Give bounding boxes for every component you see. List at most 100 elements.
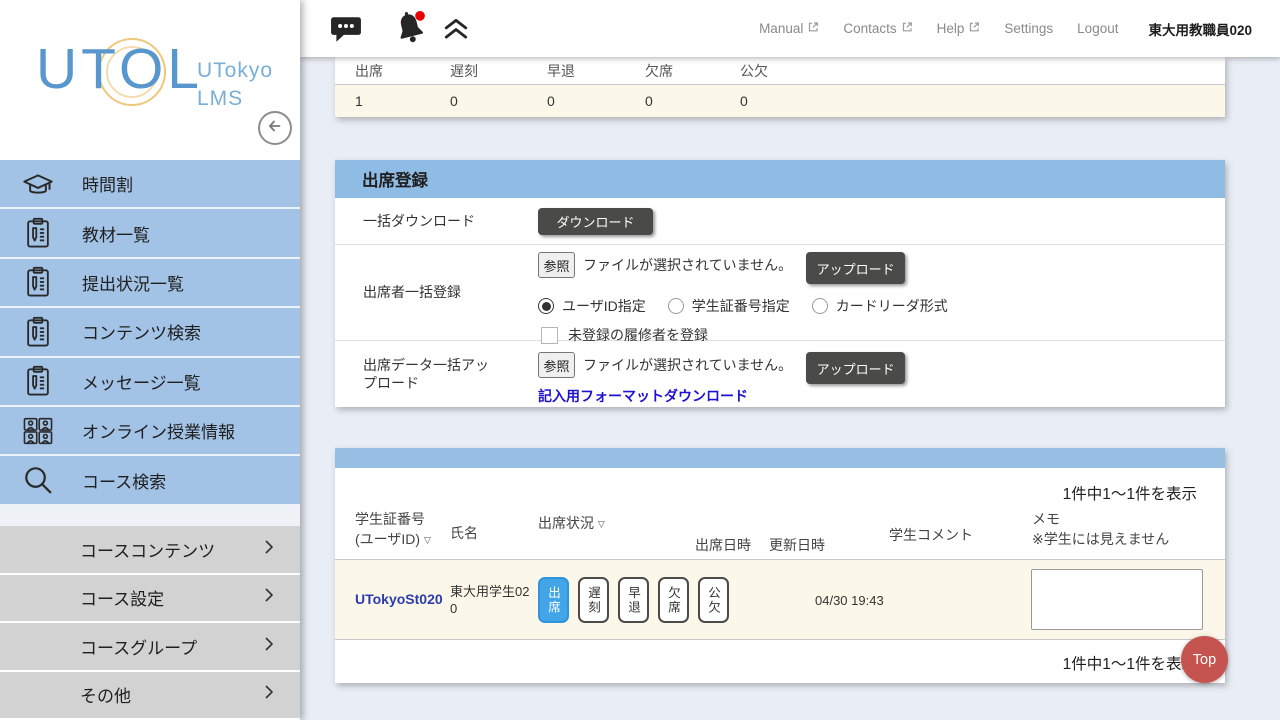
download-button[interactable]: ダウンロード [538,208,653,235]
messages-button[interactable] [330,15,362,48]
student-name: 東大用学生020 [450,584,534,618]
sidebar-item-label: コースコンテンツ [80,537,215,562]
file-status-text: ファイルが選択されていません。 [583,352,792,378]
bulk-register-file-line: 参照 ファイルが選択されていません。 アップロード [538,252,1225,284]
status-button-present[interactable]: 出席 [538,577,569,623]
chevron-right-icon [264,684,274,705]
sidebar-item-content-search[interactable]: コンテンツ検索 [0,308,300,357]
bell-icon [392,34,428,51]
column-header-status[interactable]: 出席状況 ▽ [538,514,605,534]
showing-count-text: 1件中1〜1件を表示 [1063,482,1197,504]
upload-button[interactable]: アップロード [806,252,905,284]
summary-header-excused: 公欠 [740,61,1225,81]
student-attendance-table: 1件中1〜1件を表示 学生証番号 (ユーザID) ▽ 氏名 出席状況 ▽ 出席日… [335,448,1225,683]
sidebar-item-course-search[interactable]: コース検索 [0,456,300,505]
settings-link[interactable]: Settings [1004,21,1053,36]
radio-button-icon[interactable] [668,298,684,314]
sidebar-divider [0,506,300,526]
column-header-name: 氏名 [450,524,478,544]
sidebar-item-timetable[interactable]: 時間割 [0,160,300,209]
help-link[interactable]: Help [937,21,981,36]
student-row: UTokyoSt020 東大用学生020 出席 遅刻 早退 欠席 公欠 04/3… [335,560,1225,640]
table-top-bar [335,448,1225,468]
logout-link-label: Logout [1077,21,1118,36]
sidebar-item-others[interactable]: その他 [0,672,300,720]
logo-subtitle-line1: UTokyo [197,57,273,85]
radio-button-icon[interactable] [812,298,828,314]
clipboard-icon [20,363,56,399]
column-header-text: (ユーザID) [355,531,420,547]
sidebar-item-label: コース設定 [80,585,164,610]
summary-header-absent: 欠席 [645,61,740,81]
column-header-student-id[interactable]: 学生証番号 (ユーザID) ▽ [355,510,431,549]
radio-option-user-id[interactable]: ユーザID指定 [538,296,646,316]
radio-option-student-number[interactable]: 学生証番号指定 [668,296,790,316]
scroll-to-top-button[interactable]: Top [1181,636,1228,683]
section-title: 出席登録 [335,160,1225,198]
data-upload-content: 参照 ファイルが選択されていません。 アップロード 記入用フォーマットダウンロー… [538,341,1225,407]
sidebar-item-course-settings[interactable]: コース設定 [0,575,300,624]
register-mode-radio-group: ユーザID指定 学生証番号指定 カードリーダ形式 [538,296,1225,316]
table-header: 1件中1〜1件を表示 学生証番号 (ユーザID) ▽ 氏名 出席状況 ▽ 出席日… [335,468,1225,560]
sidebar-item-course-contents[interactable]: コースコンテンツ [0,526,300,575]
attendance-status-buttons: 出席 遅刻 早退 欠席 公欠 [538,577,729,623]
sort-icon[interactable]: ▽ [598,519,605,529]
column-header-update-time: 更新日時 [769,536,825,556]
table-footer: 1件中1〜1件を表示 [335,640,1225,683]
app-root: UTOL UTokyo LMS [0,0,1280,720]
sidebar-item-label: オンライン授業情報 [82,418,235,443]
status-button-late[interactable]: 遅刻 [578,577,609,623]
contacts-link[interactable]: Contacts [843,21,912,36]
upload-button[interactable]: アップロード [806,352,905,384]
external-link-icon [901,21,913,36]
notification-dot [415,11,425,21]
topbar-links: Manual Contacts Help [759,0,1280,57]
topbar: Manual Contacts Help [300,0,1280,57]
search-icon [20,462,56,498]
summary-header-present: 出席 [335,61,450,81]
status-button-excused[interactable]: 公欠 [698,577,729,623]
manual-link-label: Manual [759,21,803,36]
logout-link[interactable]: Logout [1077,21,1118,36]
browse-file-button[interactable]: 参照 [538,252,575,278]
sidebar: UTOL UTokyo LMS [0,0,300,720]
sidebar-item-label: その他 [80,682,131,707]
graduation-cap-icon [20,166,56,202]
chevron-right-icon [264,539,274,560]
sidebar-item-online-class-info[interactable]: オンライン授業情報 [0,407,300,456]
bulk-register-label: 出席者一括登録 [335,245,538,340]
format-download-link[interactable]: 記入用フォーマットダウンロード [538,386,748,406]
radio-option-card-reader[interactable]: カードリーダ形式 [812,296,948,316]
settings-link-label: Settings [1004,21,1053,36]
manual-link[interactable]: Manual [759,21,819,36]
radio-label: 学生証番号指定 [692,296,790,316]
sidebar-item-course-group[interactable]: コースグループ [0,623,300,672]
external-link-icon [968,21,980,36]
sidebar-course-nav: コースコンテンツ コース設定 コースグループ その他 [0,526,300,720]
summary-header-row: 出席 遅刻 早退 欠席 公欠 [335,57,1225,85]
radio-label: ユーザID指定 [562,296,646,316]
sidebar-item-label: 教材一覧 [82,221,150,246]
sidebar-item-messages[interactable]: メッセージ一覧 [0,358,300,407]
column-header-line: ※学生には見えません [1032,530,1169,550]
speech-bubble-icon [330,30,362,47]
sidebar-collapse-button[interactable] [258,111,292,145]
file-status-text: ファイルが選択されていません。 [583,252,792,278]
summary-header-late: 遅刻 [450,61,547,81]
bulk-download-content: ダウンロード [538,198,1225,244]
attendance-summary-table: 出席 遅刻 早退 欠席 公欠 1 0 0 0 0 [335,57,1225,117]
status-button-early-leave[interactable]: 早退 [618,577,649,623]
student-id-link[interactable]: UTokyoSt020 [355,591,443,607]
sidebar-item-submission-status[interactable]: 提出状況一覧 [0,259,300,308]
status-button-absent[interactable]: 欠席 [658,577,689,623]
radio-button-icon[interactable] [538,298,554,314]
memo-textarea[interactable] [1031,569,1203,630]
summary-value-late: 0 [450,93,547,109]
sidebar-item-materials[interactable]: 教材一覧 [0,209,300,258]
sort-icon[interactable]: ▽ [424,535,431,545]
clipboard-icon [20,314,56,350]
browse-file-button[interactable]: 参照 [538,352,575,378]
notifications-button[interactable] [392,9,428,52]
collapse-topbar-button[interactable] [443,18,469,45]
bulk-download-label: 一括ダウンロード [335,198,538,244]
